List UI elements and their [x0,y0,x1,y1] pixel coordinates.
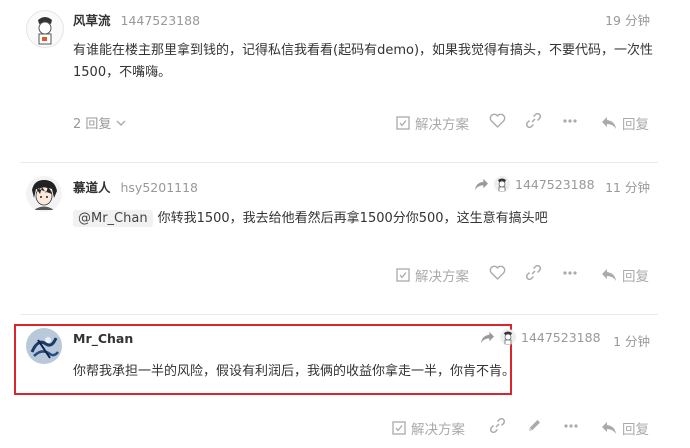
reply-arrow-icon [481,331,494,343]
heart-icon [489,113,506,128]
checkbox-icon [396,116,410,130]
more-icon [564,424,578,428]
share-link-button[interactable] [490,418,505,433]
more-button[interactable] [563,418,579,434]
replies-toggle[interactable]: 2 回复 [73,113,126,132]
replies-count: 2 回复 [73,117,112,132]
reply-label: 回复 [622,269,649,285]
reply-arrow-icon [602,117,616,129]
reply-to-avatar [500,329,516,345]
reply-button[interactable]: 回复 [601,418,649,438]
pencil-icon [529,420,540,431]
solution-button[interactable]: 解决方案 [396,113,469,133]
solution-button[interactable]: 解决方案 [392,418,465,438]
share-link-button[interactable] [526,265,541,280]
reply-button[interactable]: 回复 [601,113,649,133]
more-button[interactable] [562,113,578,129]
chevron-down-icon [116,120,126,126]
like-button[interactable] [489,113,506,128]
link-icon [490,418,505,433]
link-icon [526,265,541,280]
link-icon [526,113,541,128]
comment-text: 有谁能在楼主那里拿到钱的，记得私信我看看(起码有demo)，如果我觉得有搞头，不… [73,40,653,84]
timestamp[interactable]: 11 分钟 [605,177,650,196]
reply-label: 回复 [622,422,649,438]
comment-text-content: 你转我1500，我去给他看然后再拿1500分你500，这生意有搞头吧 [157,211,548,226]
share-link-button[interactable] [526,113,541,128]
username[interactable]: 慕道人 [73,180,111,195]
more-icon [563,119,577,123]
comment-divider [20,162,658,163]
avatar[interactable] [26,176,62,212]
reply-to-id: 1447523188 [515,176,595,192]
reply-arrow-icon [602,422,616,434]
comment-text-line: 有谁能在楼主那里拿到钱的，记得私信我看看(起码有demo)，如果我觉得有搞头，不… [73,43,654,58]
comment-text-line: 1500，不嘴嗨。 [73,65,172,80]
checkbox-icon [396,268,410,282]
reply-to-avatar [494,176,510,192]
like-button[interactable] [489,265,506,280]
avatar[interactable] [26,328,62,364]
comment-divider [20,314,658,315]
reply-arrow-icon [475,178,488,190]
comment-text: 你帮我承担一半的风险，假设有利润后，我俩的收益你拿走一半，你肯不肯。 [73,364,516,379]
reply-button[interactable]: 回复 [601,265,649,285]
more-icon [563,271,577,275]
comment-text: @Mr_Chan 你转我1500，我去给他看然后再拿1500分你500，这生意有搞… [73,208,548,230]
user-id: hsy5201118 [120,180,199,195]
avatar[interactable] [26,10,64,48]
solution-label: 解决方案 [415,117,469,133]
timestamp[interactable]: 1 分钟 [613,331,650,350]
solution-label: 解决方案 [415,269,469,285]
reply-to-target[interactable]: 1447523188 [474,176,595,192]
solution-label: 解决方案 [411,422,465,438]
mention-link[interactable]: @Mr_Chan [73,210,153,227]
solution-button[interactable]: 解决方案 [396,265,469,285]
reply-label: 回复 [622,117,649,133]
user-id: 1447523188 [120,13,201,28]
edit-button[interactable] [527,418,542,433]
reply-to-target[interactable]: 1447523188 [480,329,601,345]
heart-icon [489,265,506,280]
checkbox-icon [392,421,406,435]
reply-to-id: 1447523188 [521,329,601,345]
username[interactable]: 风草流 [73,13,111,28]
more-button[interactable] [562,265,578,281]
timestamp[interactable]: 19 分钟 [605,10,650,29]
reply-arrow-icon [602,269,616,281]
username[interactable]: Mr_Chan [73,331,133,346]
